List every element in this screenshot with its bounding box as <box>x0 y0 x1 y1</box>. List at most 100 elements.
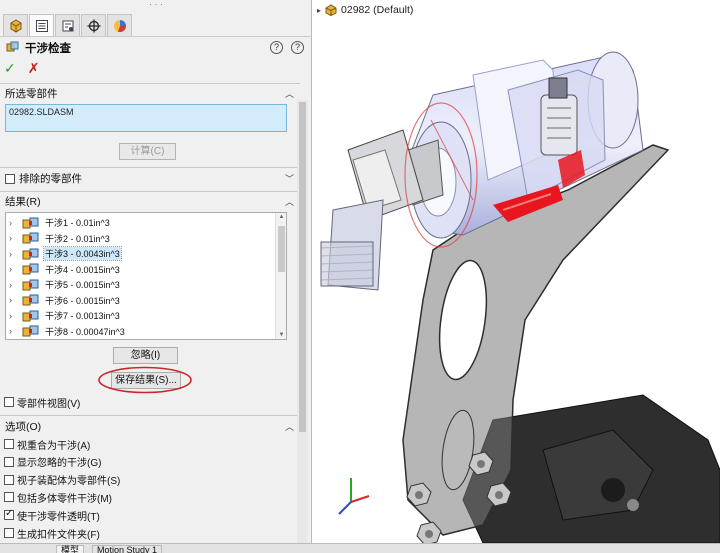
panel-scroll-thumb[interactable] <box>299 102 306 432</box>
option-label: 视重合为干涉(A) <box>17 440 91 452</box>
close-icon[interactable]: ✗ <box>28 60 40 77</box>
result-item[interactable]: › 干涉4 - 0.0015in^3 <box>6 262 121 278</box>
panel-grip[interactable]: · · · <box>0 0 312 14</box>
excluded-components-checkbox[interactable] <box>5 173 15 184</box>
selected-components-header[interactable]: 所选零部件 ︿ <box>0 85 300 102</box>
result-item[interactable]: › 干涉8 - 0.00047in^3 <box>6 324 126 340</box>
interference-icon <box>22 217 39 229</box>
options-header[interactable]: 选项(O) ︿ <box>0 418 300 435</box>
chevron-up-icon[interactable]: ︿ <box>285 195 294 208</box>
interference-detection-icon <box>6 41 19 52</box>
result-label: 干涉4 - 0.0015in^3 <box>45 264 120 275</box>
scroll-up-icon[interactable]: ▲ <box>276 214 286 220</box>
results-scrollbar[interactable]: ▲ ▼ <box>275 213 286 339</box>
option-checkbox[interactable] <box>4 528 14 538</box>
panel-scrollbar[interactable] <box>297 100 308 553</box>
chevron-up-icon[interactable]: ︿ <box>285 420 294 433</box>
result-label: 干涉3 - 0.0043in^3 <box>43 246 122 262</box>
result-label: 干涉6 - 0.0015in^3 <box>45 295 120 306</box>
interference-icon <box>22 232 39 244</box>
option-checkbox[interactable] <box>4 508 14 521</box>
interference-icon <box>22 325 39 337</box>
expand-arrow-icon[interactable]: › <box>9 326 18 336</box>
option-item[interactable]: 使干涉零件透明(T) <box>4 507 100 523</box>
option-checkbox[interactable] <box>4 492 14 503</box>
result-item[interactable]: › 干涉2 - 0.01in^3 <box>6 231 111 247</box>
result-item[interactable]: › 干涉5 - 0.0015in^3 <box>6 277 121 293</box>
result-item[interactable]: › 干涉1 - 0.01in^3 <box>6 215 111 231</box>
divider <box>0 167 300 168</box>
result-label: 干涉2 - 0.01in^3 <box>45 233 110 244</box>
option-item[interactable]: 显示忽略的干涉(G) <box>4 454 101 470</box>
result-label: 干涉1 - 0.01in^3 <box>45 218 110 229</box>
expand-arrow-icon[interactable]: › <box>9 233 18 243</box>
interference-icon <box>22 294 39 306</box>
help-icon[interactable]: ? <box>270 41 283 54</box>
configuration-manager-icon <box>62 20 73 31</box>
property-manager-header: 干涉检查 ? ? <box>0 36 312 58</box>
component-view-label: 零部件视图(V) <box>17 398 81 410</box>
detailed-help-icon[interactable]: ? <box>291 41 304 54</box>
tab-model[interactable]: 模型 <box>56 545 85 553</box>
configuration-manager-tab[interactable] <box>55 14 80 36</box>
option-label: 显示忽略的干涉(G) <box>17 458 102 470</box>
ok-cancel-bar: ✓ ✗ <box>4 60 39 77</box>
chevron-down-icon[interactable]: ﹀ <box>285 172 294 185</box>
expand-arrow-icon[interactable]: › <box>9 264 18 274</box>
display-manager-tab[interactable] <box>107 14 132 36</box>
feature-manager-tab[interactable] <box>3 14 28 36</box>
assembly-model-render <box>320 51 720 543</box>
dimxpert-icon <box>87 19 100 32</box>
option-item[interactable]: 视重合为干涉(A) <box>4 436 90 452</box>
option-item[interactable]: 视子装配体为零部件(S) <box>4 472 120 488</box>
option-label: 视子装配体为零部件(S) <box>17 476 121 488</box>
result-item[interactable]: › 干涉7 - 0.0013in^3 <box>6 308 121 324</box>
selected-component-item[interactable]: 02982.SLDASM <box>9 107 74 117</box>
scroll-thumb[interactable] <box>278 226 285 272</box>
divider <box>0 191 300 192</box>
interference-icon <box>22 279 39 291</box>
property-manager-panel: · · · 干涉检查 ? ? ✓ ✗ 所选零部件 ︿ 02982.SLDASM <box>0 0 312 553</box>
results-list[interactable]: › 干涉1 - 0.01in^3 › 干涉2 - 0.01in^3 › 干涉3 - 0.0… <box>5 212 287 340</box>
expand-arrow-icon[interactable]: › <box>9 295 18 305</box>
interference-icon <box>22 310 39 322</box>
component-view-option[interactable]: 零部件视图(V) <box>4 394 80 410</box>
excluded-components-header[interactable]: 排除的零部件 ﹀ <box>0 170 300 187</box>
page-title: 干涉检查 <box>25 42 71 55</box>
result-label: 干涉5 - 0.0015in^3 <box>45 280 120 291</box>
option-checkbox[interactable] <box>4 456 14 467</box>
option-item[interactable]: 生成扣件文件夹(F) <box>4 525 100 541</box>
scroll-down-icon[interactable]: ▼ <box>276 332 286 338</box>
option-label: 包括多体零件干涉(M) <box>17 493 112 505</box>
interference-icon <box>22 263 39 275</box>
tab-motion-study[interactable]: Motion Study 1 <box>92 545 163 553</box>
manager-tabs <box>3 14 133 36</box>
check-icon[interactable]: ✓ <box>4 60 16 77</box>
highlight-ellipse <box>98 366 192 394</box>
results-header[interactable]: 结果(R) ︿ <box>0 193 300 210</box>
option-checkbox[interactable] <box>4 439 14 449</box>
expand-arrow-icon[interactable]: › <box>9 311 18 321</box>
result-item[interactable]: › 干涉6 - 0.0015in^3 <box>6 293 121 309</box>
divider <box>0 415 300 416</box>
result-label: 干涉7 - 0.0013in^3 <box>45 311 120 322</box>
bottom-tab-bar: 模型 Motion Study 1 <box>0 543 720 553</box>
property-manager-icon <box>35 19 48 32</box>
option-item[interactable]: 包括多体零件干涉(M) <box>4 489 112 505</box>
dimxpert-tab[interactable] <box>81 14 106 36</box>
result-item[interactable]: › 干涉3 - 0.0043in^3 <box>6 246 122 262</box>
ignore-button[interactable]: 忽略(I) <box>113 347 178 364</box>
expand-arrow-icon[interactable]: › <box>9 218 18 228</box>
expand-arrow-icon[interactable]: › <box>9 280 18 290</box>
selected-components-heading: 所选零部件 <box>5 88 58 100</box>
result-label: 干涉8 - 0.00047in^3 <box>45 326 125 337</box>
display-manager-icon <box>113 19 126 32</box>
chevron-up-icon[interactable]: ︿ <box>285 87 294 100</box>
graphics-viewport[interactable]: ▸ 02982 (Default) <box>313 0 720 543</box>
component-view-checkbox[interactable] <box>4 397 14 407</box>
expand-arrow-icon[interactable]: › <box>9 249 18 259</box>
selected-components-list[interactable]: 02982.SLDASM <box>5 104 287 132</box>
option-checkbox[interactable] <box>4 474 14 485</box>
calculate-button[interactable]: 计算(C) <box>119 143 176 160</box>
property-manager-tab[interactable] <box>29 14 54 36</box>
